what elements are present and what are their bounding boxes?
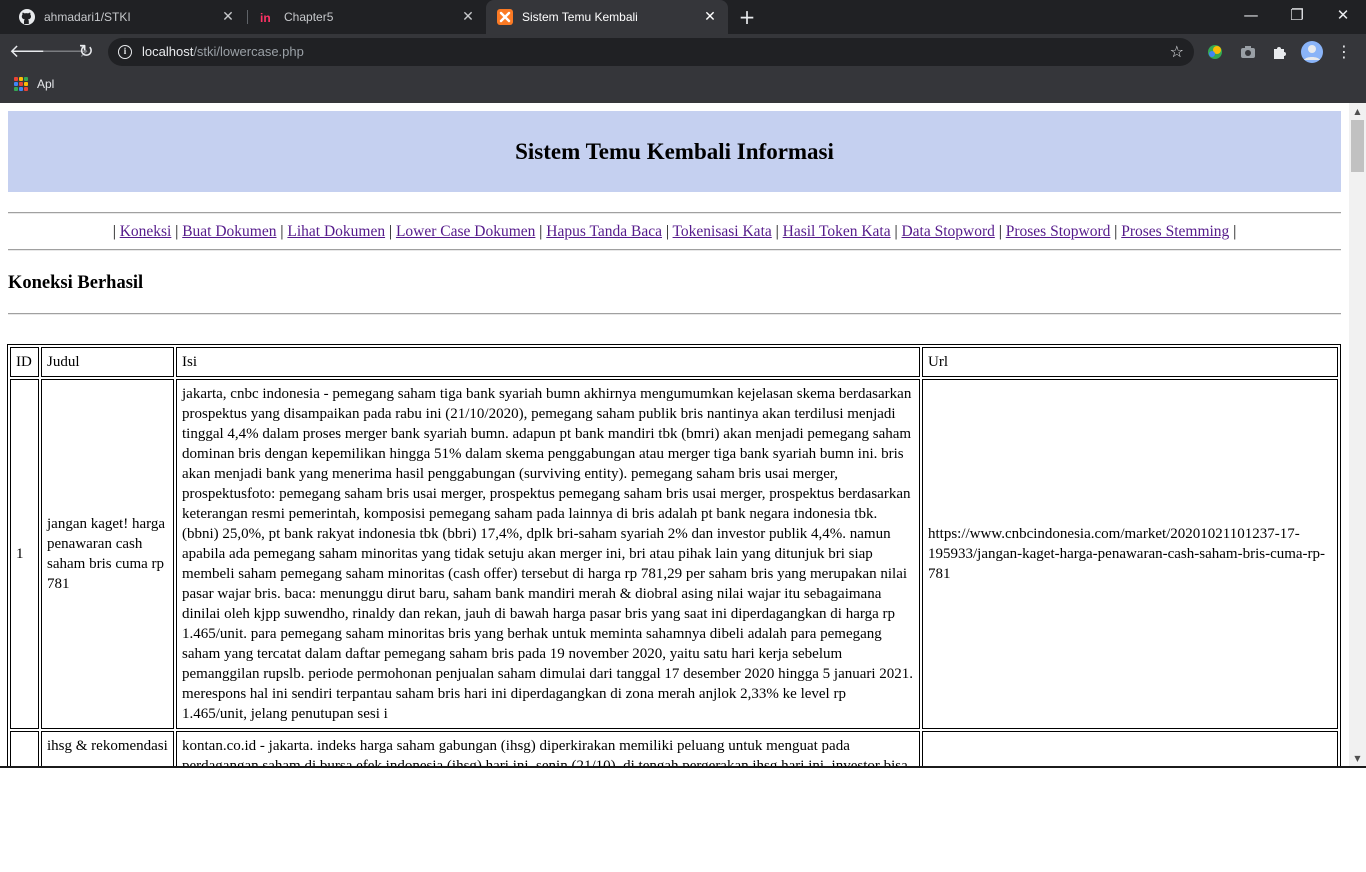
scrollbar-thumb[interactable]: [1351, 120, 1364, 172]
forward-icon[interactable]: 🡒: [41, 39, 89, 65]
column-header-isi: Isi: [176, 347, 920, 377]
svg-text:in: in: [260, 11, 271, 25]
status-heading: Koneksi Berhasil: [8, 273, 144, 293]
divider: [8, 313, 1341, 315]
menu-separator: |: [661, 223, 673, 240]
tab-title: Sistem Temu Kembali: [522, 10, 638, 24]
menu-separator: |: [771, 223, 783, 240]
nav-link-lihat-dokumen[interactable]: Lihat Dokumen: [287, 223, 385, 240]
menu-separator: |: [890, 223, 902, 240]
menu-separator: |: [994, 223, 1006, 240]
blank-area: [0, 766, 1366, 872]
tab-strip: ahmadari1/STKI ✕ in Chapter5 ✕ Sistem Te…: [0, 0, 1366, 34]
extensions-puzzle-icon[interactable]: [1270, 42, 1290, 62]
cell-isi: jakarta, cnbc indonesia - pemegang saham…: [176, 379, 920, 729]
page-content: Sistem Temu Kembali Informasi | Koneksi …: [7, 111, 1341, 767]
xampp-icon: [497, 9, 513, 25]
minimize-icon[interactable]: —: [1228, 0, 1274, 30]
camera-icon[interactable]: [1238, 42, 1258, 62]
nav-link-hapus-tanda-baca[interactable]: Hapus Tanda Baca: [546, 223, 662, 240]
nav-link-tokenisasi-kata[interactable]: Tokenisasi Kata: [673, 223, 772, 240]
menu-separator: |: [1110, 223, 1122, 240]
table-header-row: ID Judul Isi Url: [10, 347, 1338, 377]
nav-link-lower-case-dokumen[interactable]: Lower Case Dokumen: [396, 223, 535, 240]
cell-id: 1: [10, 379, 39, 729]
cell-judul: ihsg & rekomendasi: [41, 731, 174, 767]
table-row: 1 jangan kaget! harga penawaran cash saha…: [10, 379, 1338, 729]
close-window-icon[interactable]: ✕: [1320, 0, 1366, 30]
column-header-url: Url: [922, 347, 1338, 377]
color-extension-icon[interactable]: [1205, 42, 1225, 62]
divider: [8, 249, 1341, 251]
menu-separator: |: [535, 223, 547, 240]
invision-icon: in: [260, 11, 271, 25]
cell-url: https://www.cnbcindonesia.com/market/202…: [922, 379, 1338, 729]
tab-sistem-temu-kembali[interactable]: Sistem Temu Kembali ✕: [486, 0, 728, 34]
menu-separator: |: [112, 223, 120, 240]
nav-link-data-stopword[interactable]: Data Stopword: [901, 223, 994, 240]
nav-link-buat-dokumen[interactable]: Buat Dokumen: [182, 223, 276, 240]
column-header-judul: Judul: [41, 347, 174, 377]
bookmarks-bar: [0, 70, 1366, 103]
tab-title: ahmadari1/STKI: [44, 10, 131, 24]
avatar[interactable]: [1300, 40, 1324, 64]
back-icon[interactable]: 🡐: [9, 39, 57, 65]
page-viewport: Sistem Temu Kembali Informasi | Koneksi …: [0, 103, 1349, 767]
cell-isi: kontan.co.id - jakarta. indeks harga sah…: [176, 731, 920, 767]
address-bar[interactable]: i localhost/stki/lowercase.php ☆: [108, 38, 1194, 66]
menu-separator: |: [1229, 223, 1237, 240]
url-text[interactable]: localhost/stki/lowercase.php: [142, 44, 304, 59]
scroll-down-icon[interactable]: ▼: [1349, 750, 1366, 767]
scroll-up-icon[interactable]: ▲: [1349, 103, 1366, 120]
nav-link-proses-stemming[interactable]: Proses Stemming: [1121, 223, 1229, 240]
menu-separator: |: [385, 223, 396, 240]
close-tab-icon[interactable]: ✕: [220, 8, 236, 24]
bookmark-apps-label[interactable]: Apl: [37, 77, 54, 91]
nav-menu: | Koneksi | Buat Dokumen | Lihat Dokumen…: [8, 214, 1341, 249]
apps-grid-icon[interactable]: [14, 77, 28, 91]
browser-toolbar: 🡐 🡒 ↻ i localhost/stki/lowercase.php ☆ ⋮: [0, 34, 1366, 70]
close-tab-icon[interactable]: ✕: [460, 8, 476, 24]
page-title: Sistem Temu Kembali Informasi: [515, 139, 834, 164]
documents-table: ID Judul Isi Url 1 jangan kaget! harga pe…: [7, 344, 1341, 767]
table-row: ihsg & rekomendasi kontan.co.id - jakarta…: [10, 731, 1338, 767]
nav-link-koneksi[interactable]: Koneksi: [120, 223, 172, 240]
cell-judul: jangan kaget! harga penawaran cash saham…: [41, 379, 174, 729]
tab-chapter5[interactable]: in Chapter5 ✕: [248, 0, 486, 34]
menu-separator: |: [171, 223, 183, 240]
info-icon[interactable]: i: [118, 45, 132, 59]
tab-title: Chapter5: [284, 10, 334, 24]
menu-kebab-icon[interactable]: ⋮: [1331, 39, 1357, 65]
restore-icon[interactable]: ❐: [1274, 0, 1320, 30]
reload-icon[interactable]: ↻: [73, 39, 99, 65]
cell-id: [10, 731, 39, 767]
close-tab-icon[interactable]: ✕: [702, 8, 718, 24]
browser-chrome: ahmadari1/STKI ✕ in Chapter5 ✕ Sistem Te…: [0, 0, 1366, 103]
github-icon: [19, 9, 35, 25]
tab-github[interactable]: ahmadari1/STKI ✕: [8, 0, 246, 34]
new-tab-icon[interactable]: +: [737, 7, 757, 27]
bookmark-star-icon[interactable]: ☆: [1170, 42, 1184, 61]
nav-link-hasil-token-kata[interactable]: Hasil Token Kata: [783, 223, 891, 240]
page-header-banner: Sistem Temu Kembali Informasi: [8, 111, 1341, 192]
column-header-id: ID: [10, 347, 39, 377]
nav-link-proses-stopword[interactable]: Proses Stopword: [1006, 223, 1111, 240]
cell-url: [922, 731, 1338, 767]
page-scrollbar[interactable]: ▲ ▼: [1349, 103, 1366, 767]
menu-separator: |: [276, 223, 288, 240]
